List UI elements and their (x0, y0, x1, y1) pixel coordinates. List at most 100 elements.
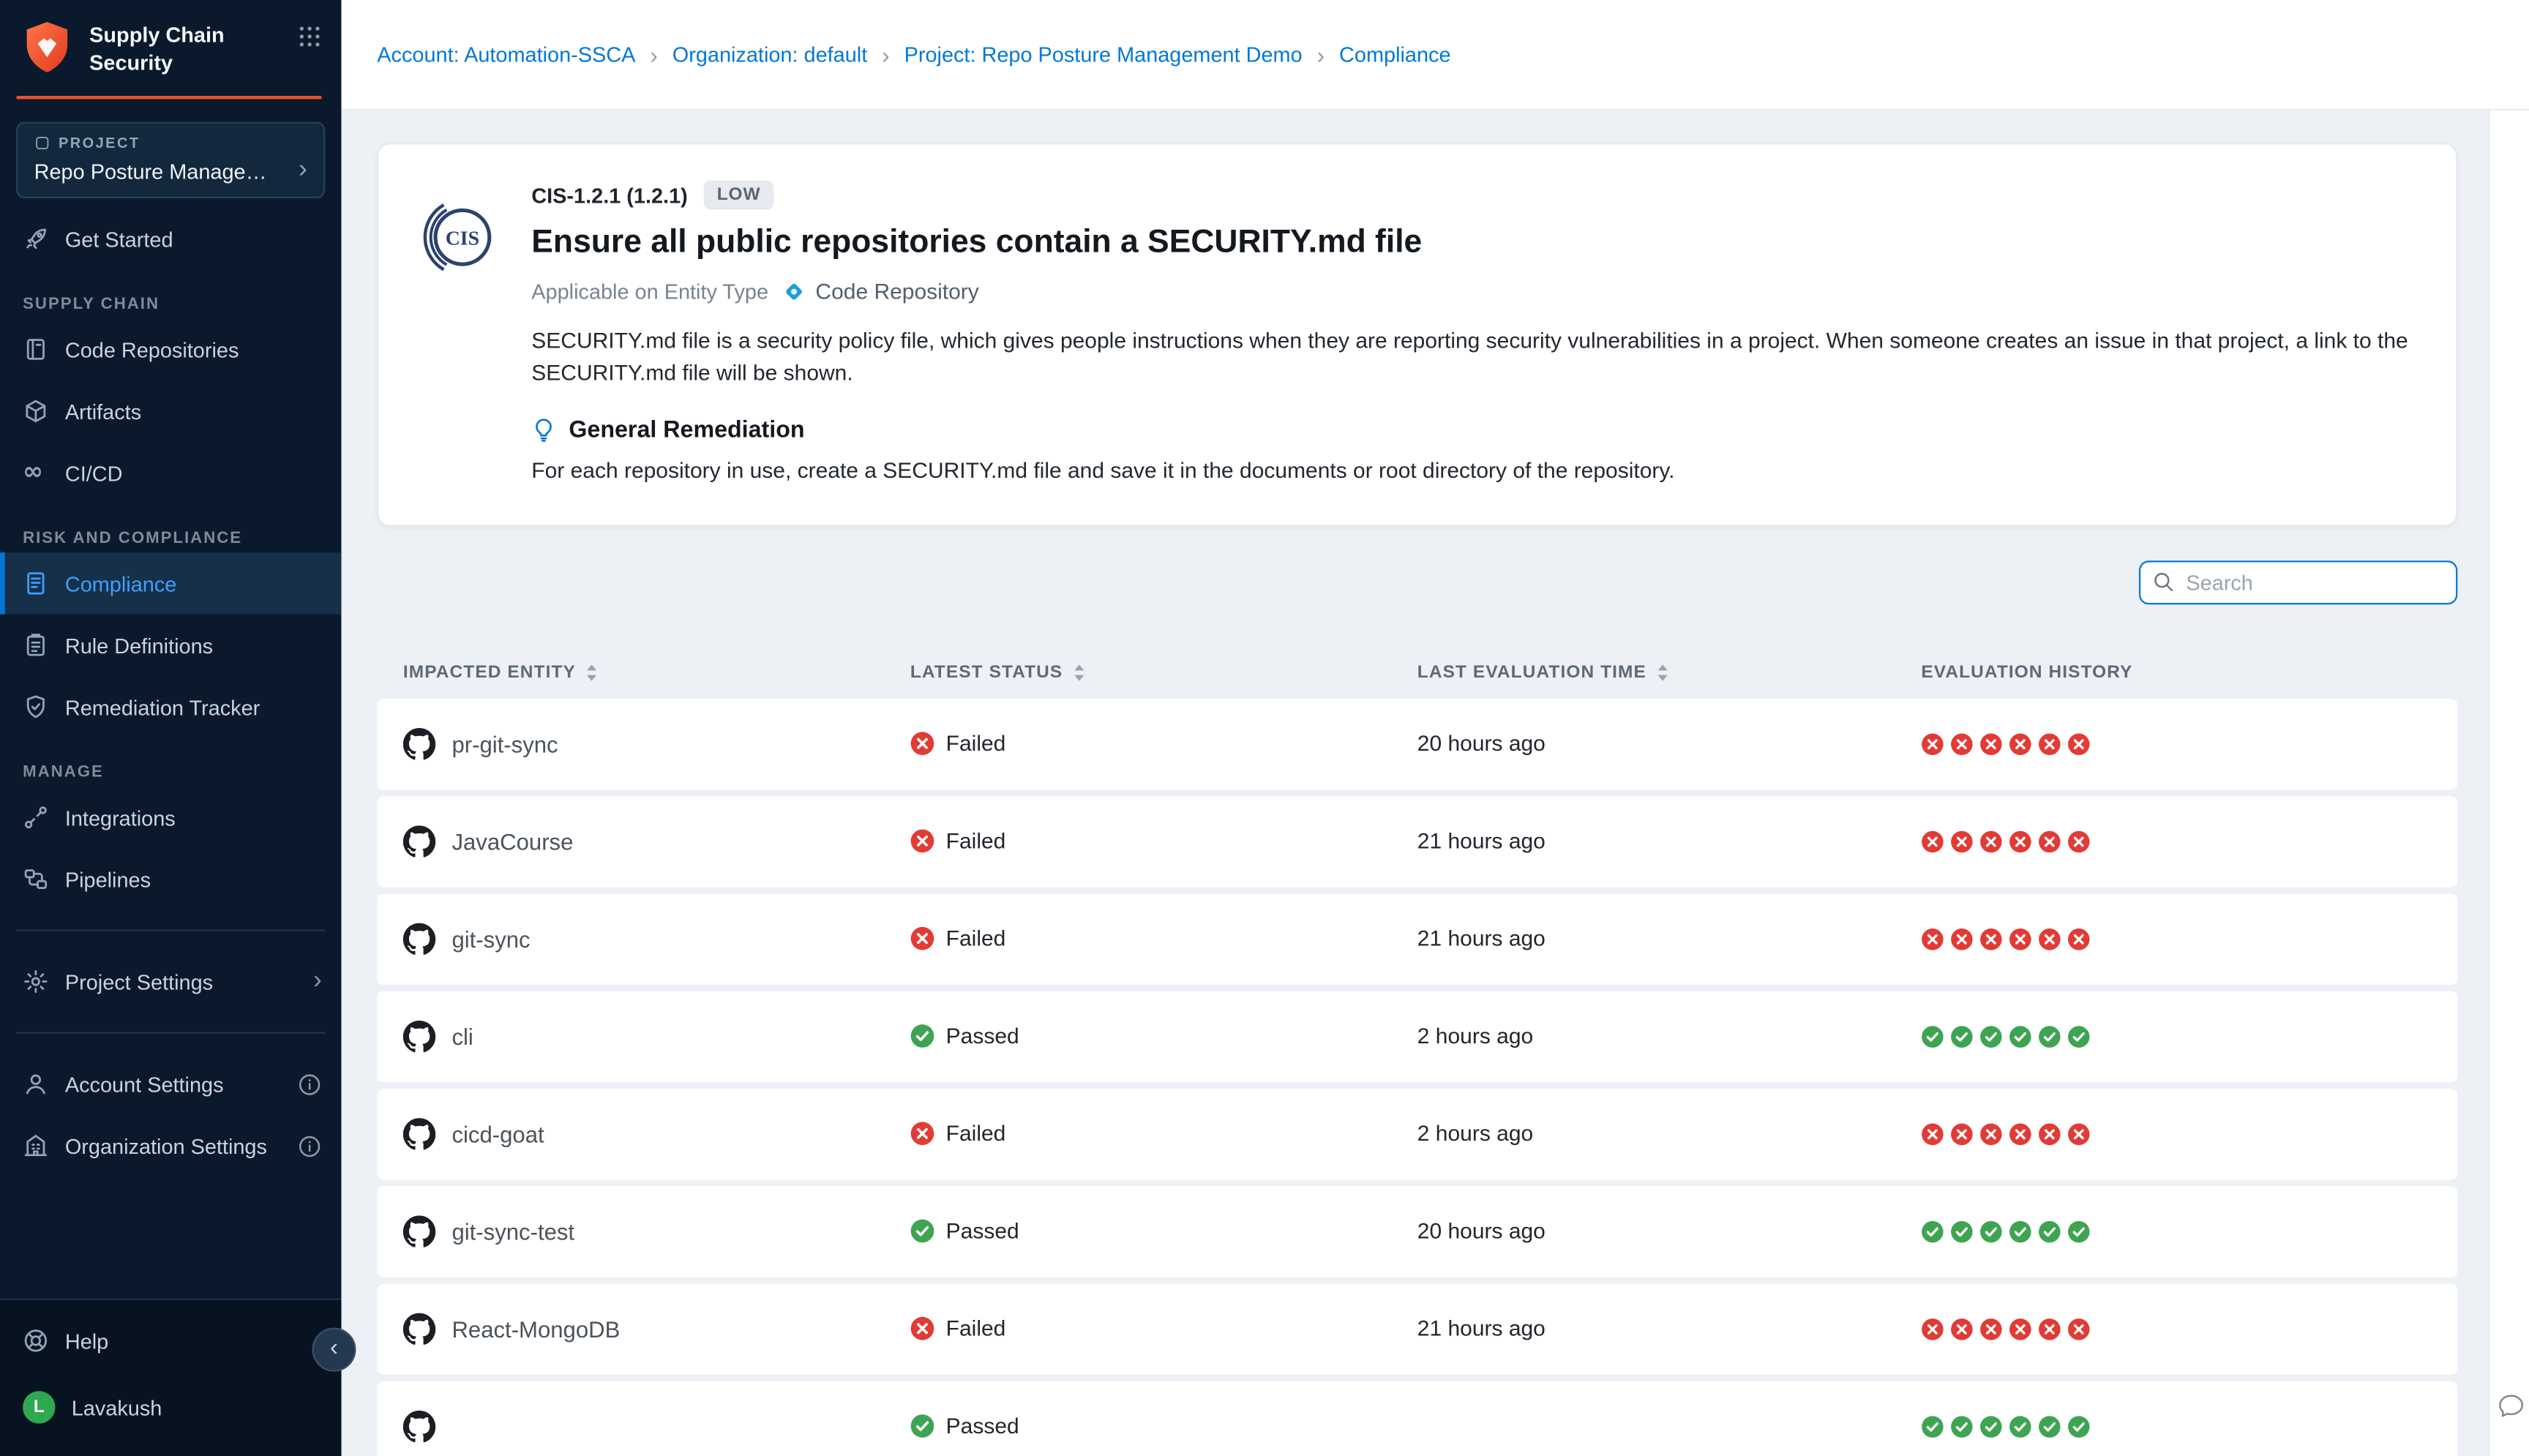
info-icon[interactable] (297, 1072, 321, 1096)
sidebar-item-get-started[interactable]: Get Started (0, 209, 341, 270)
entity-name[interactable]: React-MongoDB (452, 1316, 620, 1342)
history-failed-icon[interactable] (2067, 927, 2090, 950)
history-passed-icon[interactable] (2038, 1414, 2061, 1437)
breadcrumb-compliance[interactable]: Compliance (1339, 42, 1450, 67)
history-failed-icon[interactable] (2067, 1317, 2090, 1340)
sort-icon[interactable] (1073, 662, 1086, 682)
history-passed-icon[interactable] (2009, 1220, 2031, 1242)
history-failed-icon[interactable] (1921, 830, 1944, 852)
entity-type-chip[interactable]: Code Repository (782, 279, 979, 304)
table-row[interactable]: pr-git-syncFailed20 hours ago (377, 698, 2457, 789)
sidebar-item-integrations[interactable]: Integrations (0, 787, 341, 849)
history-failed-icon[interactable] (1921, 732, 1944, 755)
history-failed-icon[interactable] (1979, 1122, 2002, 1145)
history-passed-icon[interactable] (1950, 1220, 1973, 1242)
history-passed-icon[interactable] (2067, 1024, 2090, 1047)
history-failed-icon[interactable] (1921, 927, 1944, 950)
table-row[interactable]: cicd-goatFailed2 hours ago (377, 1088, 2457, 1179)
user-menu[interactable]: L Lavakush (0, 1372, 341, 1444)
sidebar-item-rule-definitions[interactable]: Rule Definitions (0, 615, 341, 676)
history-failed-icon[interactable] (1950, 927, 1973, 950)
entity-name[interactable]: git-sync (452, 926, 530, 952)
supply-chain-security-logo-icon[interactable] (20, 20, 75, 75)
history-failed-icon[interactable] (2038, 830, 2061, 852)
history-failed-icon[interactable] (2067, 732, 2090, 755)
history-failed-icon[interactable] (1979, 732, 2002, 755)
history-passed-icon[interactable] (1921, 1220, 1944, 1242)
history-passed-icon[interactable] (2009, 1414, 2031, 1437)
table-row[interactable]: Passed (377, 1381, 2457, 1456)
history-passed-icon[interactable] (1979, 1024, 2002, 1047)
sidebar-item-compliance[interactable]: Compliance (0, 553, 341, 615)
history-failed-icon[interactable] (2009, 732, 2031, 755)
github-icon (403, 922, 435, 954)
history-failed-icon[interactable] (2009, 1317, 2031, 1340)
module-switcher-grid-icon[interactable] (297, 24, 321, 48)
table-row[interactable]: git-sync-testPassed20 hours ago (377, 1185, 2457, 1276)
table-row[interactable]: git-syncFailed21 hours ago (377, 893, 2457, 983)
sidebar-item-code-repositories[interactable]: Code Repositories (0, 319, 341, 380)
history-failed-icon[interactable] (1979, 830, 2002, 852)
compliance-document-icon (23, 571, 49, 597)
history-failed-icon[interactable] (1979, 927, 2002, 950)
content-area: CIS CIS-1.2.1 (1.2.1) LOW Ensure all pub… (341, 110, 2489, 1456)
sidebar-item-project-settings[interactable]: Project Settings › (0, 951, 341, 1013)
project-selector[interactable]: PROJECT Repo Posture Manage… › (16, 122, 325, 198)
entity-name[interactable]: git-sync-test (452, 1218, 574, 1245)
history-passed-icon[interactable] (1979, 1220, 2002, 1242)
history-passed-icon[interactable] (1950, 1024, 1973, 1047)
sidebar-item-account-settings[interactable]: Account Settings (0, 1054, 341, 1115)
history-failed-icon[interactable] (1950, 830, 1973, 852)
history-failed-icon[interactable] (2038, 927, 2061, 950)
assistant-chat-icon[interactable] (2497, 1391, 2526, 1420)
entity-name[interactable]: cli (452, 1023, 473, 1049)
scrollbar-gutter[interactable] (2489, 110, 2529, 1456)
search-input[interactable] (2139, 560, 2457, 604)
history-failed-icon[interactable] (2067, 1122, 2090, 1145)
sidebar-item-organization-settings[interactable]: Organization Settings (0, 1115, 341, 1177)
history-failed-icon[interactable] (2009, 927, 2031, 950)
sidebar-item-remediation-tracker[interactable]: Remediation Tracker (0, 677, 341, 738)
history-failed-icon[interactable] (2038, 732, 2061, 755)
history-passed-icon[interactable] (2038, 1220, 2061, 1242)
breadcrumb-project[interactable]: Project: Repo Posture Management Demo (904, 42, 1303, 67)
column-header-latest-status: LATEST STATUS (910, 662, 1417, 682)
sidebar-item-label: Organization Settings (65, 1134, 267, 1158)
sort-icon[interactable] (585, 662, 599, 682)
history-failed-icon[interactable] (2038, 1317, 2061, 1340)
sidebar-collapse-handle[interactable]: ‹ (312, 1328, 356, 1372)
sort-icon[interactable] (1656, 662, 1669, 682)
breadcrumb-organization[interactable]: Organization: default (672, 42, 867, 67)
history-failed-icon[interactable] (2009, 830, 2031, 852)
history-failed-icon[interactable] (1950, 1317, 1973, 1340)
history-passed-icon[interactable] (2067, 1414, 2090, 1437)
sidebar-item-help[interactable]: Help (0, 1310, 341, 1371)
sidebar-item-pipelines[interactable]: Pipelines (0, 849, 341, 910)
history-passed-icon[interactable] (1979, 1414, 2002, 1437)
history-passed-icon[interactable] (1921, 1414, 1944, 1437)
sidebar-item-cicd[interactable]: ∞ CI/CD (0, 443, 341, 504)
history-failed-icon[interactable] (2067, 830, 2090, 852)
history-passed-icon[interactable] (2038, 1024, 2061, 1047)
history-failed-icon[interactable] (1950, 1122, 1973, 1145)
history-failed-icon[interactable] (1950, 732, 1973, 755)
entity-name[interactable]: JavaCourse (452, 828, 573, 855)
history-passed-icon[interactable] (1950, 1414, 1973, 1437)
info-icon[interactable] (297, 1134, 321, 1158)
history-failed-icon[interactable] (1921, 1122, 1944, 1145)
history-passed-icon[interactable] (1921, 1024, 1944, 1047)
table-row[interactable]: JavaCourseFailed21 hours ago (377, 795, 2457, 886)
chevron-separator-icon: › (650, 42, 657, 68)
entity-name[interactable]: pr-git-sync (452, 730, 558, 757)
history-failed-icon[interactable] (1921, 1317, 1944, 1340)
entity-name[interactable]: cicd-goat (452, 1120, 544, 1147)
breadcrumb-account[interactable]: Account: Automation-SSCA (377, 42, 635, 67)
history-failed-icon[interactable] (2038, 1122, 2061, 1145)
history-failed-icon[interactable] (2009, 1122, 2031, 1145)
table-row[interactable]: cliPassed2 hours ago (377, 991, 2457, 1081)
history-passed-icon[interactable] (2009, 1024, 2031, 1047)
history-passed-icon[interactable] (2067, 1220, 2090, 1242)
sidebar-item-artifacts[interactable]: Artifacts (0, 380, 341, 442)
table-row[interactable]: React-MongoDBFailed21 hours ago (377, 1283, 2457, 1374)
history-failed-icon[interactable] (1979, 1317, 2002, 1340)
